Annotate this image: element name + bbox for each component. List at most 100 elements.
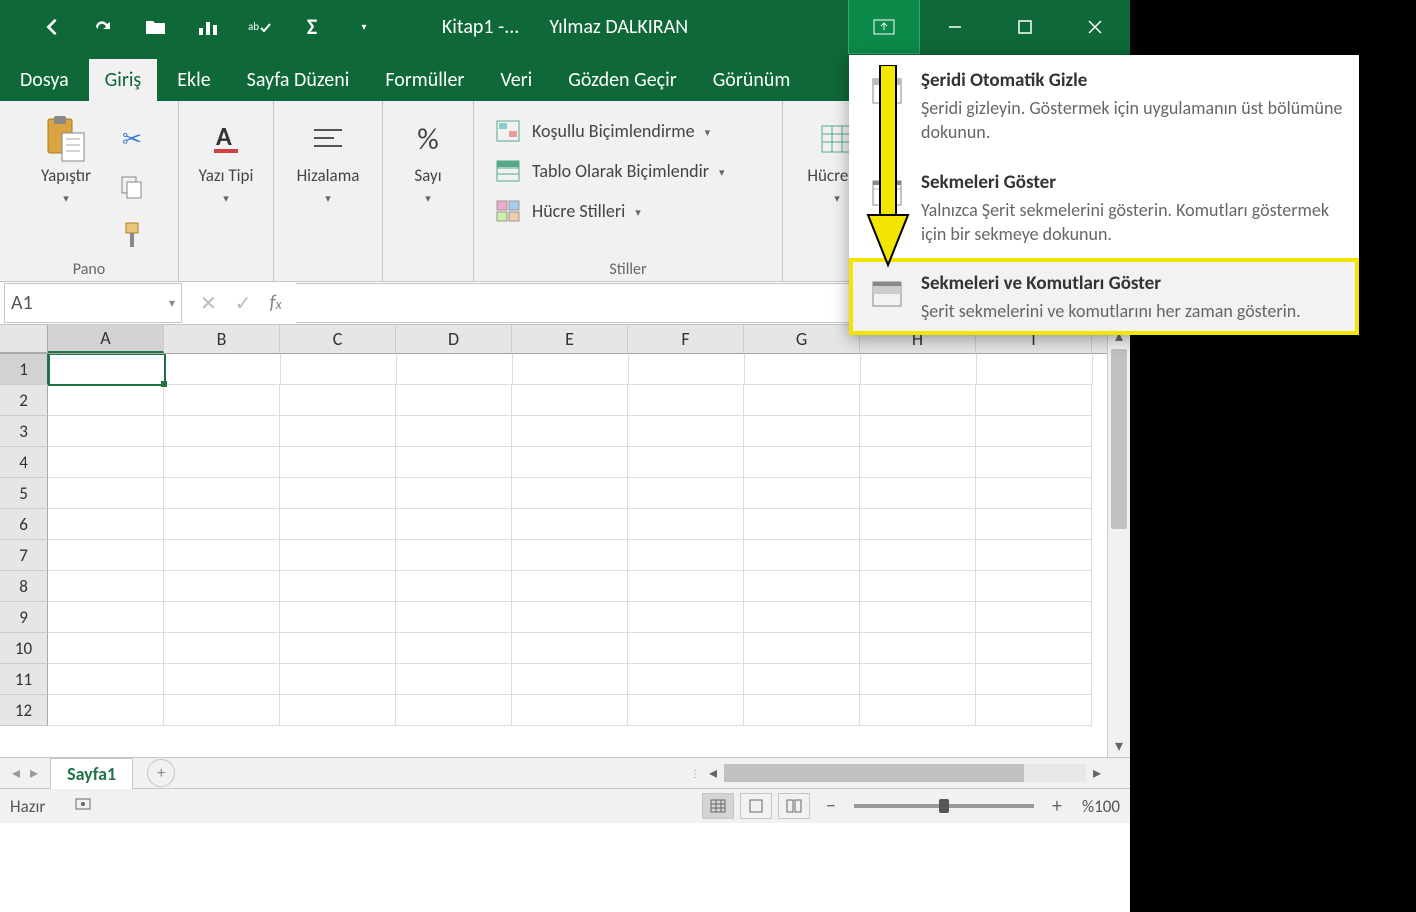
cell[interactable] <box>280 447 396 478</box>
cell[interactable] <box>976 385 1092 416</box>
cell[interactable] <box>396 478 512 509</box>
cell[interactable] <box>860 478 976 509</box>
cell[interactable] <box>280 633 396 664</box>
scroll-track[interactable] <box>724 764 1086 782</box>
arrow-left-icon[interactable] <box>40 15 64 39</box>
cell[interactable] <box>280 571 396 602</box>
cell[interactable] <box>164 695 280 726</box>
cell[interactable] <box>976 633 1092 664</box>
page-layout-view-button[interactable] <box>740 793 772 819</box>
sheet-tab[interactable]: Sayfa1 <box>50 758 133 789</box>
cell[interactable] <box>280 416 396 447</box>
tab-formulas[interactable]: Formüller <box>369 59 480 101</box>
cell[interactable] <box>396 664 512 695</box>
row-header[interactable]: 1 <box>0 354 49 385</box>
format-as-table-button[interactable]: Tablo Olarak Biçimlendir ▾ <box>486 155 733 187</box>
cell[interactable] <box>396 633 512 664</box>
cell[interactable] <box>280 602 396 633</box>
chart-icon[interactable] <box>196 15 220 39</box>
copy-button[interactable] <box>112 167 152 207</box>
zoom-in-button[interactable]: + <box>1052 794 1062 818</box>
tab-file[interactable]: Dosya <box>0 59 85 101</box>
row-header[interactable]: 11 <box>0 664 48 695</box>
ribbon-display-options-button[interactable] <box>848 0 920 54</box>
alignment-button[interactable]: Hizalama ▾ <box>288 109 368 205</box>
row-header[interactable]: 4 <box>0 447 48 478</box>
cell[interactable] <box>744 540 860 571</box>
cell[interactable] <box>976 447 1092 478</box>
column-header[interactable]: C <box>280 325 396 353</box>
cell[interactable] <box>280 385 396 416</box>
cell[interactable] <box>48 664 164 695</box>
select-all-corner[interactable] <box>0 325 48 353</box>
cell[interactable] <box>628 478 744 509</box>
cut-button[interactable]: ✂ <box>112 119 152 159</box>
cell[interactable] <box>48 540 164 571</box>
qat-dropdown-icon[interactable]: ▾ <box>352 15 376 39</box>
cell[interactable] <box>744 633 860 664</box>
cell[interactable] <box>860 602 976 633</box>
column-header[interactable]: D <box>396 325 512 353</box>
option-show-tabs[interactable]: Sekmeleri Göster Yalnızca Şerit sekmeler… <box>849 157 1359 259</box>
cell[interactable] <box>860 447 976 478</box>
add-sheet-button[interactable]: + <box>147 759 175 787</box>
cell[interactable] <box>744 416 860 447</box>
spellcheck-icon[interactable]: ab <box>248 15 272 39</box>
cell[interactable] <box>976 571 1092 602</box>
cell[interactable] <box>164 571 280 602</box>
sheet-next-icon[interactable]: ▸ <box>30 763 38 783</box>
cell[interactable] <box>396 385 512 416</box>
cell[interactable] <box>280 540 396 571</box>
close-button[interactable] <box>1060 0 1130 53</box>
cell[interactable] <box>628 509 744 540</box>
cell[interactable] <box>164 447 280 478</box>
cell[interactable] <box>512 509 628 540</box>
scroll-down-icon[interactable]: ▾ <box>1108 735 1130 757</box>
column-header[interactable]: A <box>48 325 164 353</box>
number-button[interactable]: % Sayı ▾ <box>388 109 468 205</box>
cell[interactable] <box>512 602 628 633</box>
zoom-out-button[interactable]: − <box>826 794 836 818</box>
cell[interactable] <box>512 416 628 447</box>
cell[interactable] <box>164 509 280 540</box>
cell[interactable] <box>628 633 744 664</box>
cell[interactable] <box>396 447 512 478</box>
tab-view[interactable]: Görünüm <box>697 59 807 101</box>
cell[interactable] <box>164 664 280 695</box>
cell[interactable] <box>48 509 164 540</box>
cell[interactable] <box>628 695 744 726</box>
cell[interactable] <box>164 633 280 664</box>
cell[interactable] <box>396 416 512 447</box>
tab-review[interactable]: Gözden Geçir <box>552 59 692 101</box>
option-auto-hide-ribbon[interactable]: Şeridi Otomatik Gizle Şeridi gizleyin. G… <box>849 55 1359 157</box>
cell[interactable] <box>976 540 1092 571</box>
name-box[interactable]: A1 ▾ <box>4 283 182 323</box>
cell[interactable] <box>280 478 396 509</box>
macro-record-icon[interactable] <box>75 796 95 817</box>
fx-icon[interactable]: fx <box>270 291 282 315</box>
column-header[interactable]: B <box>164 325 280 353</box>
tab-insert[interactable]: Ekle <box>161 59 226 101</box>
cell[interactable] <box>280 509 396 540</box>
page-break-view-button[interactable] <box>778 793 810 819</box>
row-header[interactable]: 3 <box>0 416 48 447</box>
scroll-left-icon[interactable]: ◂ <box>702 762 724 784</box>
cell[interactable] <box>976 602 1092 633</box>
vertical-scrollbar[interactable]: ▴ ▾ <box>1107 325 1130 757</box>
cell[interactable] <box>48 416 164 447</box>
cell[interactable] <box>48 478 164 509</box>
scroll-thumb[interactable] <box>1111 349 1127 529</box>
paste-button[interactable]: Yapıştır ▾ <box>26 109 106 205</box>
cell[interactable] <box>164 478 280 509</box>
cell[interactable] <box>628 416 744 447</box>
cell[interactable] <box>744 602 860 633</box>
cell[interactable] <box>860 416 976 447</box>
redo-icon[interactable] <box>92 15 116 39</box>
cell[interactable] <box>512 664 628 695</box>
cell[interactable] <box>628 664 744 695</box>
row-header[interactable]: 7 <box>0 540 48 571</box>
cell[interactable] <box>512 571 628 602</box>
cell-styles-button[interactable]: Hücre Stilleri ▾ <box>486 195 649 227</box>
format-painter-button[interactable] <box>112 215 152 255</box>
cell[interactable] <box>396 602 512 633</box>
